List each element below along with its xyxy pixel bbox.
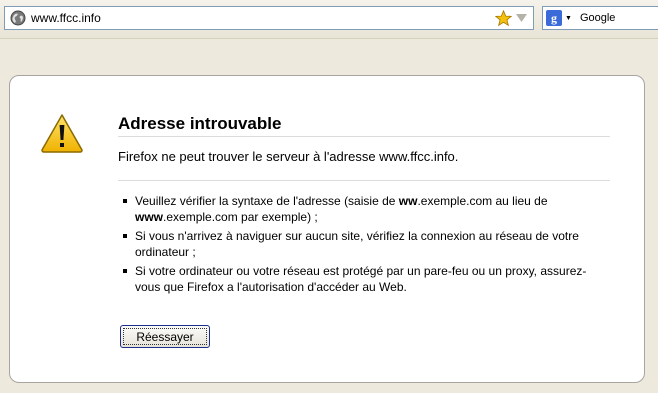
suggestion-item: Veuillez vérifier la syntaxe de l'adress… [118,193,598,225]
search-bar[interactable]: g ▼ Google [542,6,658,30]
separator [118,180,610,181]
engine-dropdown-icon[interactable]: ▼ [565,15,572,22]
suggestion-bold-text: ww [398,194,418,208]
suggestion-bold-text: www [135,210,164,224]
suggestion-text: .exemple.com par exemple) ; [163,210,318,224]
suggestion-text: Si vous n'arrivez à naviguer sur aucun s… [135,229,579,259]
suggestion-text: Si votre ordinateur ou votre réseau est … [135,264,587,294]
dropmarker-icon[interactable] [516,14,527,22]
error-title: Adresse introuvable [118,114,610,137]
warning-icon [41,114,83,153]
url-bar[interactable]: www.ffcc.info [4,6,534,30]
suggestion-text: .exemple.com au lieu de [417,194,548,208]
url-text[interactable]: www.ffcc.info [31,11,495,25]
error-short-description: Firefox ne peut trouver le serveur à l'a… [118,149,459,164]
globe-icon [10,10,26,26]
search-engine-label[interactable]: Google [580,12,615,24]
suggestion-item: Si vous n'arrivez à naviguer sur aucun s… [118,228,598,260]
navigation-toolbar: www.ffcc.info g ▼ Google [0,0,658,39]
star-icon[interactable] [495,9,512,27]
retry-button[interactable]: Réessayer [120,325,210,348]
suggestion-text: Veuillez vérifier la syntaxe de l'adress… [135,194,399,208]
google-g-icon[interactable]: g [546,10,562,26]
suggestion-item: Si votre ordinateur ou votre réseau est … [118,263,598,295]
error-page-container: Adresse introuvable Firefox ne peut trou… [9,75,645,383]
suggestion-list: Veuillez vérifier la syntaxe de l'adress… [118,193,598,298]
